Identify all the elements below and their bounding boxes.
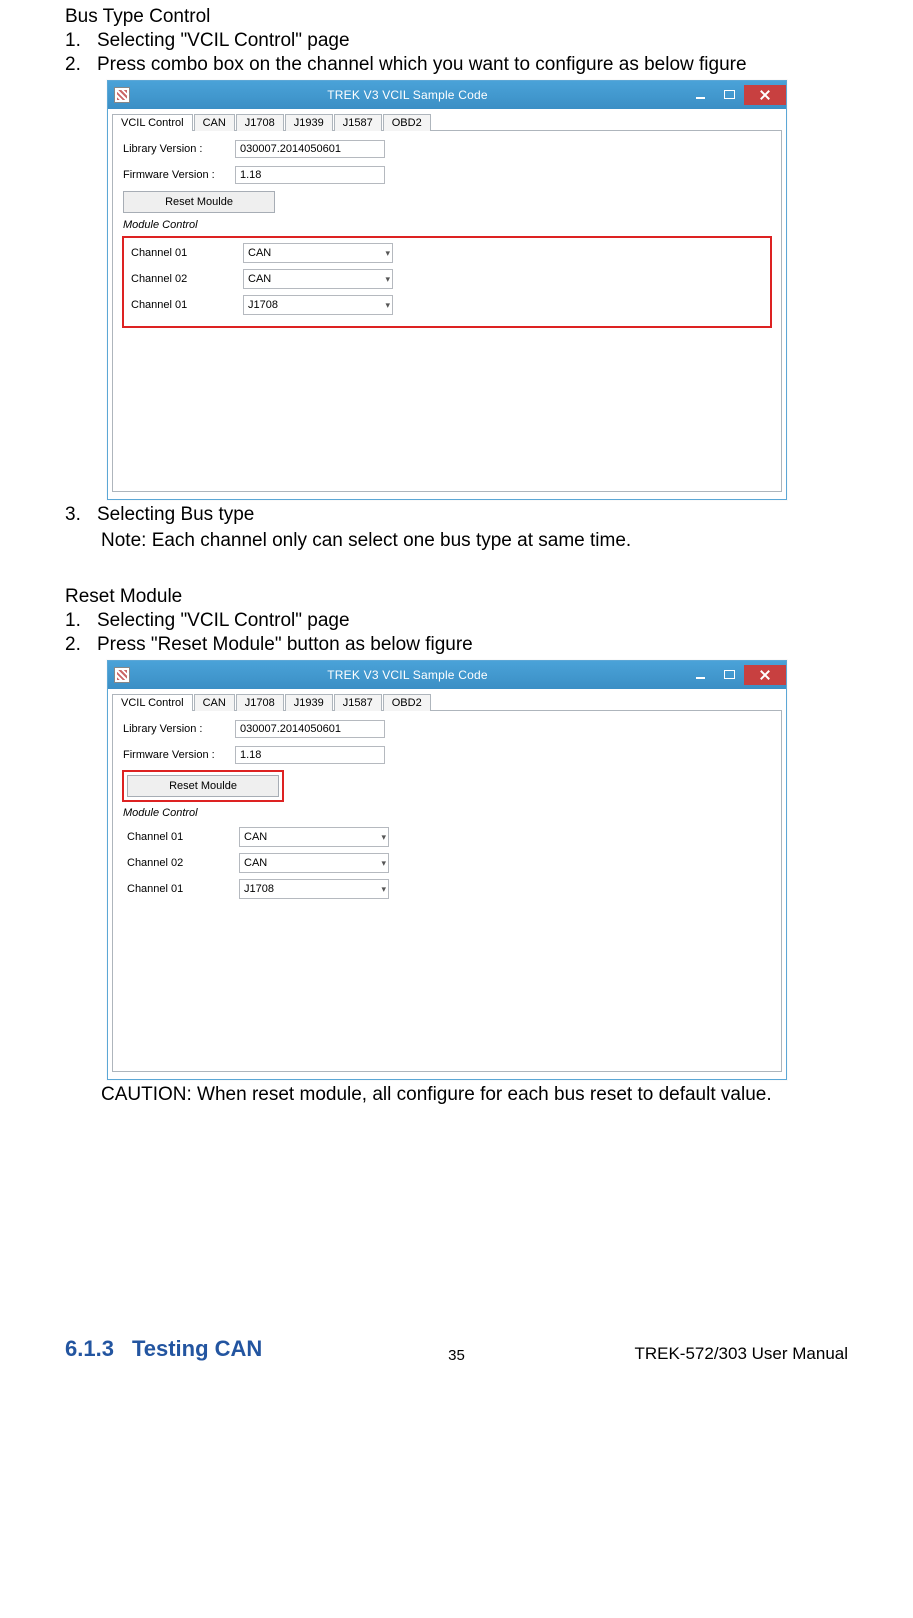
section-title: Reset Module <box>65 586 848 608</box>
tab-j1708[interactable]: J1708 <box>236 694 284 711</box>
chevron-down-icon: ▾ <box>381 884 386 895</box>
channel-label: Channel 01 <box>131 299 243 311</box>
section-number: 6.1.3 <box>65 1336 114 1362</box>
channel-highlight: Channel 01 CAN ▾ Channel 02 CAN ▾ Channel … <box>123 237 771 327</box>
tabpanel: Library Version : 030007.2014050601 Firm… <box>112 710 782 1072</box>
chevron-down-icon: ▾ <box>385 274 390 285</box>
chevron-down-icon: ▾ <box>381 858 386 869</box>
combo-value: CAN <box>244 831 267 843</box>
library-version-value: 030007.2014050601 <box>235 720 385 738</box>
tab-vcil-control[interactable]: VCIL Control <box>112 114 193 131</box>
firmware-version-value: 1.18 <box>235 166 385 184</box>
tab-vcil-control[interactable]: VCIL Control <box>112 694 193 711</box>
close-button[interactable] <box>744 85 786 105</box>
tabstrip: VCIL Control CAN J1708 J1939 J1587 OBD2 <box>108 109 786 130</box>
section-b-list: 1.Selecting "VCIL Control" page 2.Press … <box>65 610 848 656</box>
tab-obd2[interactable]: OBD2 <box>383 694 431 711</box>
channel-label: Channel 01 <box>127 883 239 895</box>
maximize-button[interactable] <box>724 90 735 99</box>
titlebar: TREK V3 VCIL Sample Code <box>108 81 786 109</box>
tabpanel: Library Version : 030007.2014050601 Firm… <box>112 130 782 492</box>
list-text: Press "Reset Module" button as below fig… <box>97 634 473 655</box>
chevron-down-icon: ▾ <box>385 248 390 259</box>
list-text: Selecting "VCIL Control" page <box>97 30 350 51</box>
section-a-list-cont: 3.Selecting Bus type <box>65 504 848 526</box>
titlebar: TREK V3 VCIL Sample Code <box>108 661 786 689</box>
combo-value: CAN <box>248 273 271 285</box>
library-version-value: 030007.2014050601 <box>235 140 385 158</box>
library-version-label: Library Version : <box>123 723 235 735</box>
list-item: 1.Selecting "VCIL Control" page <box>65 30 848 52</box>
app-window: TREK V3 VCIL Sample Code VCIL Control CA… <box>107 660 787 1080</box>
channel-label: Channel 01 <box>127 831 239 843</box>
window-title: TREK V3 VCIL Sample Code <box>130 668 685 682</box>
list-text: Selecting Bus type <box>97 504 254 525</box>
channel-02-combo[interactable]: CAN ▾ <box>243 269 393 289</box>
note-text: Note: Each channel only can select one b… <box>65 530 848 552</box>
list-item: 3.Selecting Bus type <box>65 504 848 526</box>
tab-j1939[interactable]: J1939 <box>285 114 333 131</box>
tabstrip: VCIL Control CAN J1708 J1939 J1587 OBD2 <box>108 689 786 710</box>
reset-module-button[interactable]: Reset Moulde <box>127 775 279 797</box>
channel-label: Channel 02 <box>131 273 243 285</box>
library-version-label: Library Version : <box>123 143 235 155</box>
list-item: 1.Selecting "VCIL Control" page <box>65 610 848 632</box>
tab-j1587[interactable]: J1587 <box>334 694 382 711</box>
minimize-button[interactable] <box>685 85 715 105</box>
channel-03-combo[interactable]: J1708 ▾ <box>243 295 393 315</box>
combo-value: J1708 <box>244 883 274 895</box>
minimize-button[interactable] <box>685 665 715 685</box>
manual-reference: TREK-572/303 User Manual <box>634 1344 848 1364</box>
tab-can[interactable]: CAN <box>194 694 235 711</box>
channel-03-combo[interactable]: J1708 ▾ <box>239 879 389 899</box>
list-item: 2.Press combo box on the channel which y… <box>65 54 848 76</box>
section-a-list: 1.Selecting "VCIL Control" page 2.Press … <box>65 30 848 76</box>
list-text: Press combo box on the channel which you… <box>97 54 747 75</box>
window-title: TREK V3 VCIL Sample Code <box>130 88 685 102</box>
app-icon <box>114 667 130 683</box>
channel-01-combo[interactable]: CAN ▾ <box>243 243 393 263</box>
reset-module-button[interactable]: Reset Moulde <box>123 191 275 213</box>
section-title: Bus Type Control <box>65 6 848 28</box>
channel-01-combo[interactable]: CAN ▾ <box>239 827 389 847</box>
module-control-label: Module Control <box>123 219 771 231</box>
app-icon <box>114 87 130 103</box>
chevron-down-icon: ▾ <box>385 300 390 311</box>
list-item: 2.Press "Reset Module" button as below f… <box>65 634 848 656</box>
tab-obd2[interactable]: OBD2 <box>383 114 431 131</box>
combo-value: CAN <box>244 857 267 869</box>
caution-text: CAUTION: When reset module, all configur… <box>65 1084 848 1106</box>
tab-j1939[interactable]: J1939 <box>285 694 333 711</box>
channel-02-combo[interactable]: CAN ▾ <box>239 853 389 873</box>
chevron-down-icon: ▾ <box>381 832 386 843</box>
page-number: 35 <box>448 1347 465 1364</box>
tab-j1587[interactable]: J1587 <box>334 114 382 131</box>
firmware-version-value: 1.18 <box>235 746 385 764</box>
list-text: Selecting "VCIL Control" page <box>97 610 350 631</box>
close-button[interactable] <box>744 665 786 685</box>
combo-value: CAN <box>248 247 271 259</box>
module-control-label: Module Control <box>123 807 771 819</box>
channel-label: Channel 02 <box>127 857 239 869</box>
channel-label: Channel 01 <box>131 247 243 259</box>
tab-j1708[interactable]: J1708 <box>236 114 284 131</box>
combo-value: J1708 <box>248 299 278 311</box>
firmware-version-label: Firmware Version : <box>123 749 235 761</box>
firmware-version-label: Firmware Version : <box>123 169 235 181</box>
app-window: TREK V3 VCIL Sample Code VCIL Control CA… <box>107 80 787 500</box>
section-heading: Testing CAN <box>132 1336 262 1362</box>
tab-can[interactable]: CAN <box>194 114 235 131</box>
reset-highlight: Reset Moulde <box>123 771 283 801</box>
maximize-button[interactable] <box>724 670 735 679</box>
